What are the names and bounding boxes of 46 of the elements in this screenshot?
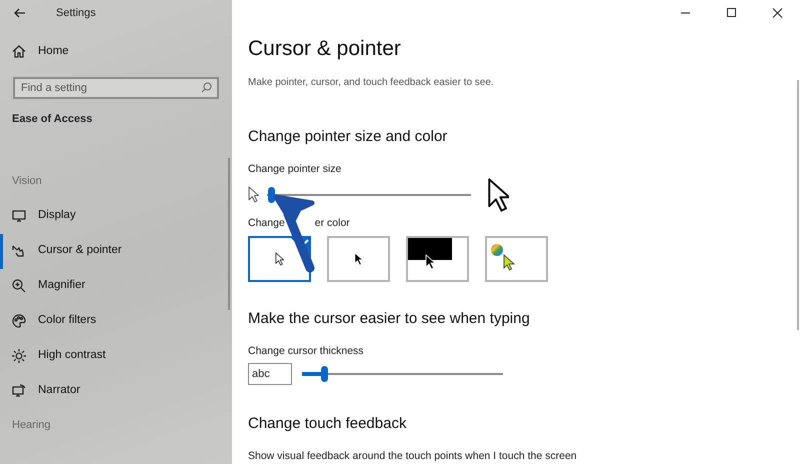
- nav-item[interactable]: Color filters: [0, 304, 232, 338]
- display-icon: [12, 210, 26, 222]
- close-icon: [772, 8, 782, 18]
- narrator-icon: [12, 384, 26, 398]
- search-field[interactable]: Find a setting: [13, 77, 219, 99]
- back-arrow-icon: [14, 8, 26, 18]
- slider-thumb[interactable]: [321, 366, 328, 382]
- palette-icon: [12, 314, 26, 328]
- nav-item[interactable]: Narrator: [0, 374, 232, 408]
- nav-item[interactable]: Display: [0, 198, 232, 234]
- category-heading: Ease of Access: [11, 112, 94, 127]
- scrollbar[interactable]: [228, 158, 230, 310]
- slider-label: Change pointer size: [248, 162, 342, 178]
- pointer-color-option[interactable]: [485, 236, 548, 282]
- nav-item[interactable]: High contrast: [0, 338, 232, 374]
- search-icon: [201, 82, 212, 93]
- color-label-text: Change: [248, 216, 285, 231]
- slider-label: Change cursor thickness: [248, 344, 365, 359]
- home-link[interactable]: Home: [0, 34, 232, 69]
- scrollbar[interactable]: [797, 80, 799, 330]
- pointer-icon: [354, 252, 363, 266]
- small-pointer-icon: [248, 186, 259, 204]
- nav-item[interactable]: Cursor & pointer: [0, 234, 232, 268]
- maximize-icon: [726, 8, 736, 18]
- section-heading: Change touch feedback: [248, 415, 408, 434]
- large-pointer-icon: [486, 176, 509, 213]
- magnifier-icon: [12, 279, 26, 293]
- inverted-pointer-drawing: [408, 238, 454, 270]
- page-description: Make pointer, cursor, and touch feedback easier to see.: [248, 76, 495, 90]
- pointer-color-option[interactable]: [406, 236, 469, 282]
- cursor-preview-box: abc: [248, 363, 292, 386]
- cursor-icon: [12, 244, 26, 258]
- color-label-text: er color: [314, 216, 350, 231]
- section-heading: Change pointer size and color: [248, 128, 448, 146]
- group-heading: Vision: [11, 174, 43, 190]
- home-icon: [12, 45, 26, 58]
- group-heading: Hearing: [11, 418, 52, 434]
- window-title: Settings: [56, 6, 96, 21]
- sun-icon: [12, 349, 26, 363]
- setting-description: Show visual feedback around the touch points when I touch the screen: [248, 449, 578, 464]
- nav-item[interactable]: Magnifier: [0, 268, 232, 304]
- pointer-icon: [275, 252, 284, 266]
- pointer-color-option[interactable]: [327, 236, 390, 282]
- page-title: Cursor & pointer: [248, 36, 402, 62]
- slider-thumb[interactable]: [268, 186, 275, 203]
- section-heading: Make the cursor easier to see when typing: [248, 310, 531, 328]
